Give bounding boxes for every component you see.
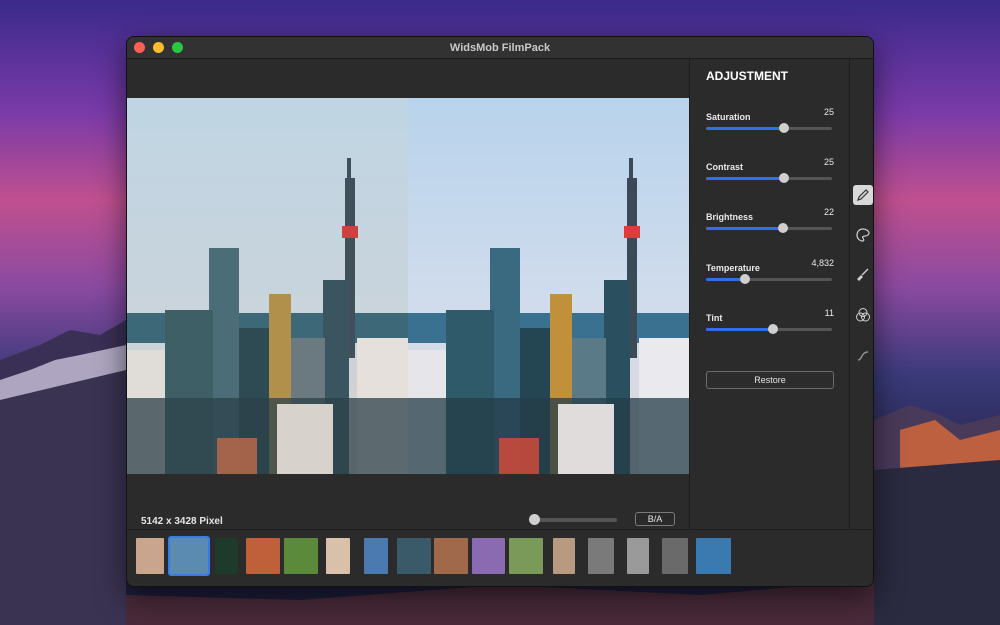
tint-value: 11 [824, 308, 834, 318]
minimize-button[interactable] [153, 42, 164, 53]
thumbnail-child-portrait[interactable] [553, 538, 575, 574]
brightness-value: 22 [823, 207, 834, 217]
brightness-label: Brightness [706, 212, 754, 222]
thumbnail-coast[interactable] [397, 538, 431, 574]
thumbnail-sunset-lake[interactable] [246, 538, 280, 574]
before-image [127, 98, 408, 474]
panel-title: ADJUSTMENT [706, 69, 789, 83]
thumbnail-mountain-lake[interactable] [509, 538, 543, 574]
filter-thumbnail-strip [127, 529, 873, 586]
adjustment-panel: ADJUSTMENT Saturation 25 Contrast 25 Bri… [689, 59, 849, 529]
tint-control: Tint 11 [706, 308, 834, 334]
temperature-slider[interactable] [706, 274, 832, 284]
tool-sidebar [849, 59, 873, 529]
zoom-slider[interactable] [529, 514, 617, 525]
contrast-slider-knob[interactable] [779, 173, 790, 183]
brightness-control: Brightness 22 [706, 207, 834, 233]
tint-slider-knob[interactable] [767, 324, 778, 334]
tint-label: Tint [706, 313, 723, 323]
thumbnail-city-skyline[interactable] [168, 536, 210, 576]
contrast-label: Contrast [706, 162, 744, 172]
thumbnail-portrait-girl[interactable] [136, 538, 164, 574]
palette-icon[interactable] [853, 225, 873, 245]
preview-footer: 5142 x 3428 Pixel B/A [141, 512, 675, 527]
thumbnail-bw-scene[interactable] [662, 538, 688, 574]
brightness-slider[interactable] [706, 223, 832, 233]
canvas-area: 5142 x 3428 Pixel B/A [127, 59, 689, 529]
tint-slider[interactable] [706, 324, 832, 334]
close-button[interactable] [134, 42, 145, 53]
thumbnail-green-field[interactable] [284, 538, 318, 574]
thumbnail-glass-building[interactable] [364, 538, 388, 574]
temperature-control: Temperature 4,832 [706, 258, 834, 284]
color-circles-icon[interactable] [853, 305, 873, 325]
restore-button[interactable]: Restore [706, 371, 834, 389]
thumbnail-purple-lake[interactable] [472, 538, 505, 574]
brush-icon[interactable] [853, 265, 873, 285]
window-title: WidsMob FilmPack [449, 41, 551, 54]
contrast-slider[interactable] [706, 173, 832, 183]
saturation-slider-knob[interactable] [779, 123, 790, 133]
before-after-button[interactable]: B/A [635, 512, 675, 526]
thumbnail-green-light[interactable] [215, 538, 238, 574]
thumbnail-city-dusk[interactable] [434, 538, 468, 574]
zoom-button[interactable] [172, 42, 183, 53]
pencil-icon[interactable] [853, 185, 873, 205]
image-dimensions: 5142 x 3428 Pixel [141, 516, 223, 527]
app-window: WidsMob FilmPack 5142 x 3428 Pixel B/A A… [126, 36, 874, 587]
contrast-control: Contrast 25 [706, 157, 834, 183]
saturation-slider[interactable] [706, 123, 832, 133]
saturation-value: 25 [823, 107, 834, 117]
temperature-label: Temperature [706, 263, 760, 273]
temperature-slider-knob[interactable] [740, 274, 751, 284]
saturation-label: Saturation [706, 112, 751, 122]
thumbnail-portrait-woman[interactable] [326, 538, 350, 574]
brightness-slider-knob[interactable] [777, 223, 788, 233]
after-image [408, 98, 689, 474]
thumbnail-bw-street[interactable] [588, 538, 614, 574]
photo-preview[interactable] [127, 98, 689, 474]
contrast-value: 25 [823, 157, 834, 167]
saturation-control: Saturation 25 [706, 107, 834, 133]
temperature-value: 4,832 [811, 258, 834, 268]
thumbnail-blue-lake[interactable] [696, 538, 731, 574]
link-icon[interactable] [853, 345, 873, 365]
zoom-slider-knob[interactable] [529, 514, 540, 525]
title-bar: WidsMob FilmPack [127, 37, 873, 59]
thumbnail-bw-portrait[interactable] [627, 538, 649, 574]
